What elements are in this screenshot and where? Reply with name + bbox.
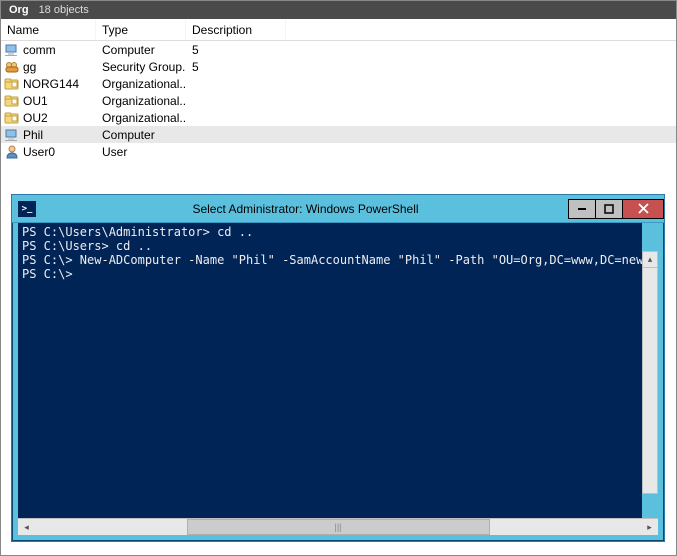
cell-name: User0 [1, 144, 96, 160]
user-icon [4, 144, 20, 160]
list-item[interactable]: User0 User [1, 143, 676, 160]
cell-description: 5 [186, 60, 286, 74]
ou-icon [4, 76, 20, 92]
ps-scrollbar-horizontal[interactable]: ◂ ||| ▸ [18, 518, 658, 535]
col-header-name[interactable]: Name [1, 20, 96, 40]
item-name: Phil [23, 128, 43, 142]
cell-type: Computer [96, 128, 186, 142]
cell-type: Organizational... [96, 111, 186, 125]
cell-type: Organizational... [96, 94, 186, 108]
ps-scrollbar-vertical[interactable]: ▴ [642, 251, 658, 494]
scroll-left-icon[interactable]: ◂ [18, 519, 35, 535]
ps-console[interactable]: PS C:\Users\Administrator> cd .. PS C:\U… [18, 223, 642, 518]
col-header-type[interactable]: Type [96, 20, 186, 40]
cell-name: comm [1, 42, 96, 58]
ps-titlebar[interactable]: >_ Select Administrator: Windows PowerSh… [12, 195, 664, 223]
minimize-button[interactable] [568, 199, 596, 219]
scroll-right-icon[interactable]: ▸ [641, 519, 658, 535]
list-item[interactable]: gg Security Group...5 [1, 58, 676, 75]
close-button[interactable] [622, 199, 664, 219]
list-item[interactable]: NORG144 Organizational... [1, 75, 676, 92]
list-item[interactable]: Phil Computer [1, 126, 676, 143]
cell-type: Security Group... [96, 60, 186, 74]
ps-window-controls [569, 199, 664, 219]
column-headers[interactable]: Name Type Description [1, 19, 676, 41]
item-name: User0 [23, 145, 55, 159]
item-name: gg [23, 60, 36, 74]
col-header-description[interactable]: Description [186, 20, 286, 40]
item-name: NORG144 [23, 77, 79, 91]
list-item[interactable]: OU1 Organizational... [1, 92, 676, 109]
ps-window-title: Select Administrator: Windows PowerShell [42, 202, 569, 216]
ps-body-wrap: PS C:\Users\Administrator> cd .. PS C:\U… [12, 223, 664, 518]
scroll-thumb[interactable]: ||| [187, 519, 490, 535]
cell-name: Phil [1, 127, 96, 143]
ad-titlebar[interactable]: Org 18 objects [1, 1, 676, 19]
cell-name: OU2 [1, 110, 96, 126]
ou-icon [4, 93, 20, 109]
ad-object-count: 18 objects [39, 4, 89, 16]
cell-name: gg [1, 59, 96, 75]
cell-name: NORG144 [1, 76, 96, 92]
item-name: comm [23, 43, 56, 57]
item-name: OU1 [23, 94, 48, 108]
cell-name: OU1 [1, 93, 96, 109]
list-item[interactable]: comm Computer5 [1, 41, 676, 58]
close-icon [638, 203, 649, 214]
minimize-icon [577, 204, 587, 214]
rows-container: commComputer5ggSecurity Group...5NORG144… [1, 41, 676, 160]
item-name: OU2 [23, 111, 48, 125]
ad-title: Org [9, 4, 29, 16]
cell-type: Computer [96, 43, 186, 57]
ou-icon [4, 110, 20, 126]
cell-type: User [96, 145, 186, 159]
maximize-button[interactable] [595, 199, 623, 219]
computer-icon [4, 127, 20, 143]
group-icon [4, 59, 20, 75]
cell-description: 5 [186, 43, 286, 57]
scroll-track[interactable]: ||| [35, 519, 641, 535]
maximize-icon [604, 204, 614, 214]
computer-icon [4, 42, 20, 58]
powershell-icon: >_ [18, 201, 36, 217]
cell-type: Organizational... [96, 77, 186, 91]
powershell-window[interactable]: >_ Select Administrator: Windows PowerSh… [11, 194, 665, 542]
scroll-up-icon[interactable]: ▴ [643, 252, 657, 268]
list-item[interactable]: OU2 Organizational... [1, 109, 676, 126]
